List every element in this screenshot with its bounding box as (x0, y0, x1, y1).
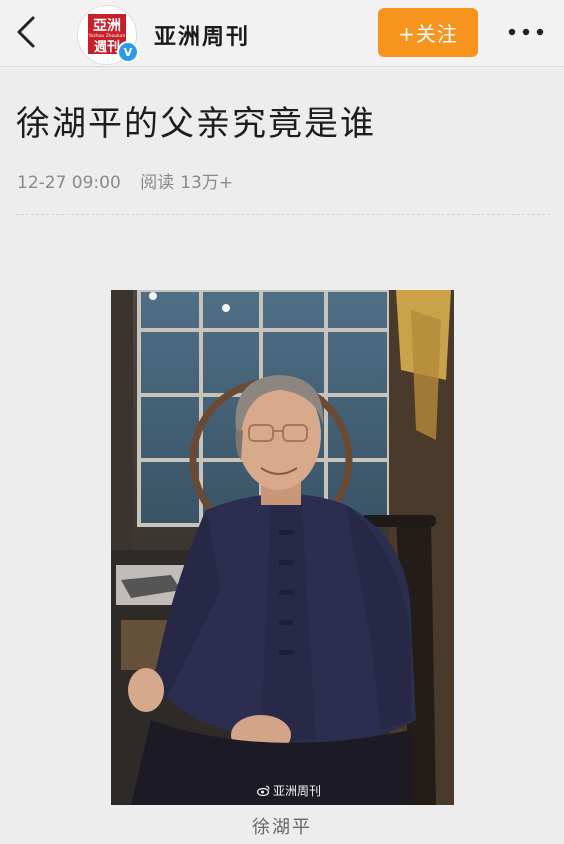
photo-caption: 徐湖平 (252, 817, 312, 838)
verified-badge-icon: V (117, 41, 139, 63)
more-button[interactable] (502, 16, 550, 48)
follow-button[interactable]: +关注 (378, 8, 478, 57)
back-button[interactable] (6, 12, 46, 52)
more-dots-icon (508, 28, 544, 36)
read-label: 阅读 (140, 173, 175, 193)
portrait-image (111, 290, 454, 805)
meta-divider (16, 214, 550, 215)
article-title: 徐湖平的父亲究竟是谁 (16, 104, 376, 144)
article-photo[interactable]: 亚洲周刊 (111, 290, 454, 805)
read-count: 13万+ (180, 173, 234, 193)
article-meta: 12-27 09:00 阅读 13万+ (17, 168, 247, 193)
chevron-left-icon (17, 16, 35, 48)
publish-time: 12-27 09:00 (17, 173, 121, 193)
avatar-subtext: Yazhou Zhoukan (88, 33, 126, 39)
account-name[interactable]: 亚洲周刊 (154, 19, 250, 51)
top-nav-bar: 亞洲 Yazhou Zhoukan 週刊 V 亚洲周刊 +关注 (0, 0, 564, 66)
avatar-text-top: 亞洲 (93, 18, 121, 34)
weibo-icon (257, 785, 270, 796)
watermark-text: 亚洲周刊 (273, 784, 322, 798)
photo-watermark: 亚洲周刊 (257, 782, 321, 799)
topbar-divider (0, 66, 564, 67)
